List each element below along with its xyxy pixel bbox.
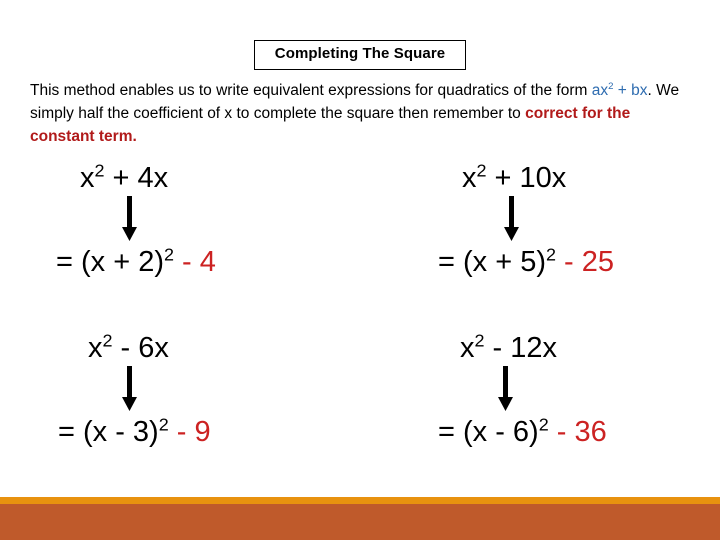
example-1-input-exponent: 2 — [94, 160, 105, 181]
example-2: x2 + 10x = (x + 5)2 - 25 — [400, 160, 700, 280]
footer-accent-stripe — [0, 497, 720, 504]
example-4-input-exponent: 2 — [474, 330, 485, 351]
example-2-output-lead: = (x + 5) — [438, 246, 546, 278]
example-1-output: = (x + 2)2 - 4 — [56, 244, 318, 280]
example-1-input-base: x — [80, 162, 95, 194]
intro-text-part1: This method enables us to write equivale… — [30, 82, 592, 99]
example-2-input-base: x — [462, 162, 477, 194]
intro-paragraph: This method enables us to write equivale… — [30, 79, 684, 148]
example-4-constant: - 36 — [548, 416, 607, 448]
example-1-output-exponent: 2 — [164, 244, 174, 265]
example-3-input: x2 - 6x — [88, 330, 318, 366]
example-2-constant: - 25 — [556, 246, 615, 278]
formula-a-term: ax — [591, 82, 609, 99]
example-3-input-rest: - 6x — [112, 332, 169, 364]
down-arrow-icon — [498, 366, 513, 411]
example-2-arrow — [500, 196, 700, 244]
example-4-arrow — [494, 366, 700, 414]
example-1-arrow — [118, 196, 318, 244]
example-3-input-exponent: 2 — [102, 330, 113, 351]
example-3-output-exponent: 2 — [158, 414, 169, 435]
example-1-constant: - 4 — [174, 246, 216, 278]
footer-bar — [0, 504, 720, 540]
example-3-constant: - 9 — [168, 416, 211, 448]
example-4-input-rest: - 12x — [484, 332, 558, 364]
example-4: x2 - 12x = (x - 6)2 - 36 — [400, 330, 700, 450]
example-4-output: = (x - 6)2 - 36 — [438, 414, 700, 450]
example-3-output-lead: = (x - 3) — [58, 416, 159, 448]
example-2-input-rest: + 10x — [486, 162, 567, 194]
example-2-input-exponent: 2 — [476, 160, 487, 181]
example-2-output: = (x + 5)2 - 25 — [438, 244, 700, 280]
example-3: x2 - 6x = (x - 3)2 - 9 — [18, 330, 318, 450]
down-arrow-icon — [122, 196, 137, 241]
example-2-input: x2 + 10x — [462, 160, 700, 196]
example-1-input-rest: + 4x — [104, 162, 169, 194]
example-3-output: = (x - 3)2 - 9 — [58, 414, 318, 450]
formula-b-term: + bx — [613, 82, 648, 99]
down-arrow-icon — [504, 196, 519, 241]
down-arrow-icon — [122, 366, 137, 411]
example-4-output-lead: = (x - 6) — [438, 416, 539, 448]
page-title: Completing The Square — [253, 40, 467, 70]
example-3-arrow — [118, 366, 318, 414]
example-4-input: x2 - 12x — [460, 330, 700, 366]
example-2-output-exponent: 2 — [546, 244, 556, 265]
example-4-output-exponent: 2 — [538, 414, 549, 435]
example-1-output-lead: = (x + 2) — [56, 246, 164, 278]
example-1: x2 + 4x = (x + 2)2 - 4 — [18, 160, 318, 280]
example-4-input-base: x — [460, 332, 475, 364]
title-bar: Completing The Square — [0, 40, 720, 70]
example-1-input: x2 + 4x — [80, 160, 318, 196]
examples-grid: x2 + 4x = (x + 2)2 - 4 x2 + 10x = (x + 5… — [0, 160, 720, 480]
formula-ax-squared: ax2 + bx — [592, 82, 648, 99]
example-3-input-base: x — [88, 332, 103, 364]
